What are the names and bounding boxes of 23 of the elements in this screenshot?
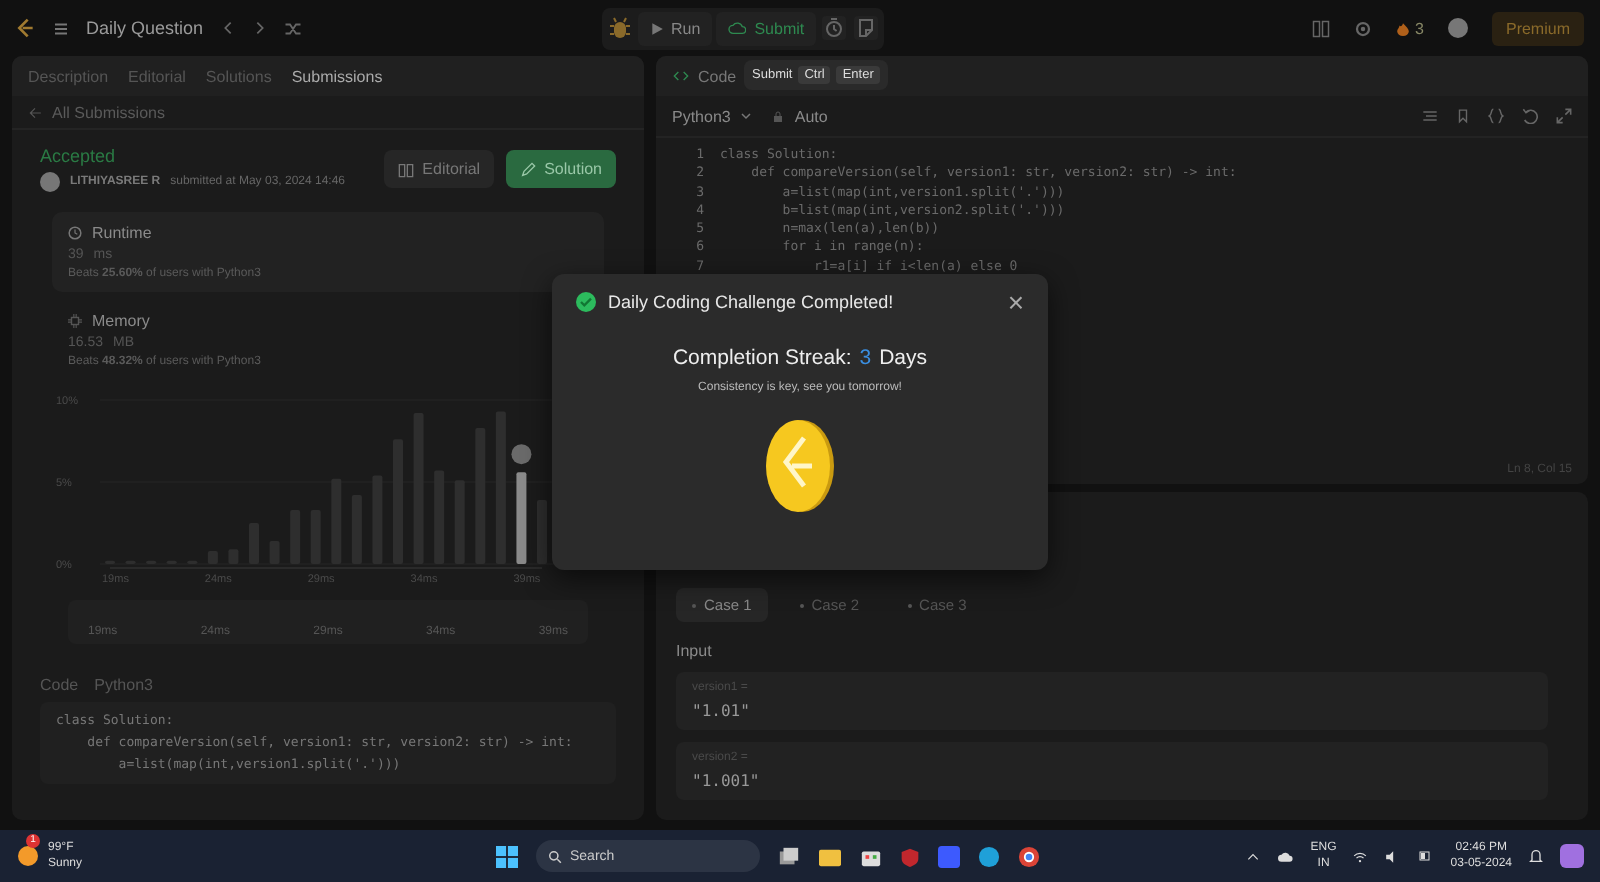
- streak-counter[interactable]: 3: [1395, 19, 1424, 37]
- language-label: Python3: [94, 676, 153, 694]
- streak-unit: Days: [879, 346, 928, 370]
- close-button[interactable]: ×: [1007, 290, 1024, 314]
- panel-tab[interactable]: Submissions: [291, 67, 383, 85]
- mode-label: Auto: [794, 107, 828, 125]
- editorial-button[interactable]: Editorial: [384, 150, 495, 188]
- problem-list-title[interactable]: Daily Question: [86, 18, 204, 38]
- premium-button[interactable]: Premium: [1491, 11, 1584, 45]
- streak-count: 3: [859, 346, 872, 370]
- status-text: Accepted: [40, 146, 118, 166]
- code-tab[interactable]: Code: [698, 67, 737, 85]
- stat-label: Memory: [92, 312, 150, 330]
- back-link[interactable]: All Submissions: [52, 103, 165, 121]
- language-select[interactable]: Python3: [672, 107, 731, 125]
- run-button[interactable]: Run: [637, 11, 713, 45]
- input-label: Input: [676, 642, 714, 660]
- streak-label: Completion Streak:: [672, 346, 852, 370]
- solution-button[interactable]: Solution: [506, 150, 616, 188]
- stat-label: Runtime: [92, 224, 152, 242]
- dialog-title: Daily Coding Challenge Completed!: [608, 292, 894, 312]
- code-label: Code: [40, 676, 79, 694]
- submit-button[interactable]: Submit: [716, 11, 817, 45]
